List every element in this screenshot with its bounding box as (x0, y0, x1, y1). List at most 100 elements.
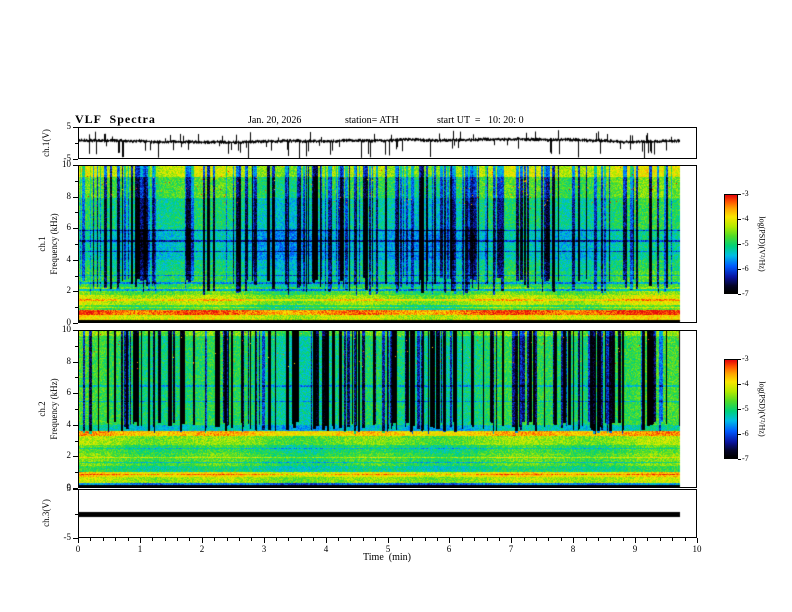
y-major-tick (73, 127, 78, 128)
x-minor-tick (685, 538, 686, 541)
panel-ch2-spectrogram (78, 330, 697, 488)
colorbar-tick-label: -5 (742, 404, 749, 413)
x-major-tick (697, 538, 698, 543)
y-major-tick (73, 165, 78, 166)
x-minor-tick (536, 538, 537, 541)
x-minor-tick (598, 538, 599, 541)
x-minor-tick (115, 538, 116, 541)
x-minor-tick (524, 538, 525, 541)
x-tick-label: 8 (570, 544, 576, 554)
colorbar-2-label: log(PSD)(V²/Hz) (757, 381, 767, 437)
x-minor-tick (338, 538, 339, 541)
x-minor-tick (227, 538, 228, 541)
y-major-tick (73, 489, 78, 490)
colorbar-tick-label: -3 (742, 354, 749, 363)
y-major-tick (73, 456, 78, 457)
y-major-tick (73, 260, 78, 261)
ch2-spectrogram-canvas (79, 331, 696, 487)
y-tick-label: 8 (66, 191, 72, 201)
colorbar-tick (738, 269, 741, 270)
y-major-tick (73, 291, 78, 292)
x-minor-tick (586, 538, 587, 541)
x-major-tick (78, 538, 79, 543)
y-minor-tick (75, 409, 78, 410)
x-minor-tick (462, 538, 463, 541)
y-minor-tick (75, 514, 78, 515)
panel-ch1-spectrogram (78, 165, 697, 323)
y-major-tick (73, 393, 78, 394)
colorbar-tick (738, 244, 741, 245)
y-tick-label: 5 (66, 121, 72, 131)
colorbar-tick-label: -7 (742, 289, 749, 298)
colorbar-tick (738, 359, 741, 360)
x-minor-tick (412, 538, 413, 541)
x-minor-tick (425, 538, 426, 541)
x-major-tick (202, 538, 203, 543)
x-tick-label: 6 (446, 544, 452, 554)
y-tick-label: 8 (66, 356, 72, 366)
y-tick-label: 10 (62, 324, 71, 334)
colorbar-2 (724, 359, 738, 459)
x-minor-tick (313, 538, 314, 541)
x-minor-tick (487, 538, 488, 541)
y-minor-tick (75, 276, 78, 277)
x-minor-tick (437, 538, 438, 541)
x-major-tick (264, 538, 265, 543)
x-minor-tick (350, 538, 351, 541)
y-minor-tick (75, 244, 78, 245)
y-minor-tick (75, 472, 78, 473)
y-minor-tick (75, 212, 78, 213)
y-minor-tick (75, 181, 78, 182)
x-minor-tick (103, 538, 104, 541)
x-minor-tick (548, 538, 549, 541)
y-major-tick (73, 362, 78, 363)
x-major-tick (326, 538, 327, 543)
y-major-tick (73, 228, 78, 229)
plot-station: station= ATH (345, 115, 399, 126)
colorbar-tick (738, 219, 741, 220)
x-minor-tick (499, 538, 500, 541)
x-minor-tick (214, 538, 215, 541)
colorbar-tick-label: -6 (742, 429, 749, 438)
x-tick-label: 3 (261, 544, 267, 554)
colorbar-tick (738, 294, 741, 295)
x-minor-tick (276, 538, 277, 541)
y-major-tick (73, 330, 78, 331)
x-minor-tick (672, 538, 673, 541)
ylabel-ch3-voltage: ch.3(V) (41, 499, 51, 527)
panel-ch1-voltage (78, 127, 697, 159)
x-minor-tick (251, 538, 252, 541)
x-minor-tick (165, 538, 166, 541)
x-major-tick (449, 538, 450, 543)
colorbar-tick-label: -4 (742, 214, 749, 223)
x-minor-tick (189, 538, 190, 541)
colorbar-tick-label: -5 (742, 239, 749, 248)
y-minor-tick (75, 441, 78, 442)
x-minor-tick (647, 538, 648, 541)
colorbar-tick (738, 409, 741, 410)
colorbar-tick-label: -4 (742, 379, 749, 388)
x-minor-tick (474, 538, 475, 541)
y-tick-label: 10 (62, 159, 71, 169)
plot-date: Jan. 20, 2026 (248, 115, 302, 126)
y-tick-label: 6 (66, 387, 72, 397)
y-tick-label: 5 (66, 483, 72, 493)
colorbar-1-label: log(PSD)(V²/Hz) (757, 216, 767, 272)
y-major-tick (73, 159, 78, 160)
colorbar-2-canvas (725, 360, 737, 458)
x-minor-tick (177, 538, 178, 541)
y-tick-label: 4 (66, 419, 72, 429)
colorbar-tick (738, 384, 741, 385)
x-major-tick (635, 538, 636, 543)
y-major-tick (73, 323, 78, 324)
x-tick-label: 4 (323, 544, 329, 554)
panel-ch3-voltage (78, 489, 697, 538)
colorbar-1 (724, 194, 738, 294)
y-tick-label: 2 (66, 285, 72, 295)
x-minor-tick (623, 538, 624, 541)
x-tick-label: 2 (199, 544, 205, 554)
colorbar-tick-label: -7 (742, 454, 749, 463)
x-major-tick (511, 538, 512, 543)
x-major-tick (573, 538, 574, 543)
x-minor-tick (301, 538, 302, 541)
